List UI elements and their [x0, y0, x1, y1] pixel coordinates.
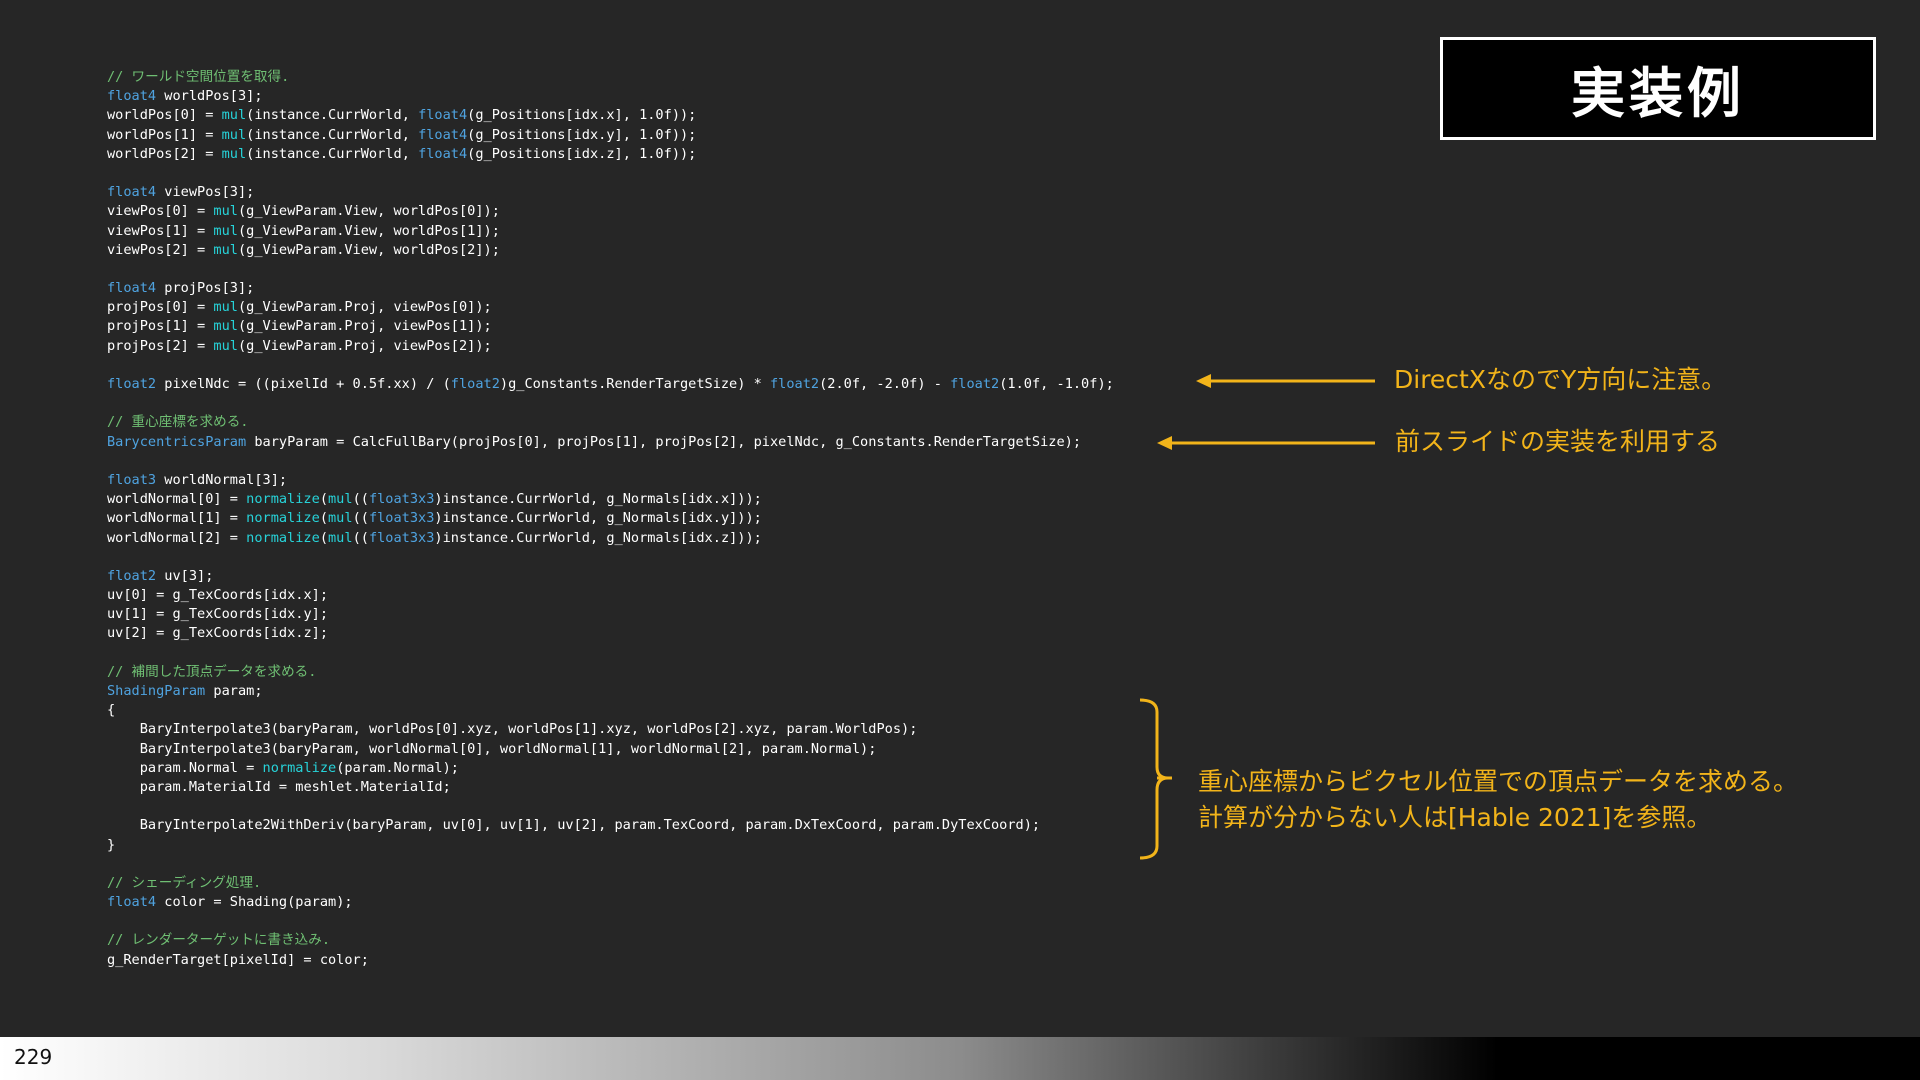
arrowhead-prev-slide [1157, 436, 1172, 450]
annotation-overlay [1139, 374, 1375, 860]
footer-gradient-bar [0, 1037, 1920, 1080]
arrowhead-directx [1196, 374, 1211, 388]
page-number: 229 [14, 1045, 53, 1069]
